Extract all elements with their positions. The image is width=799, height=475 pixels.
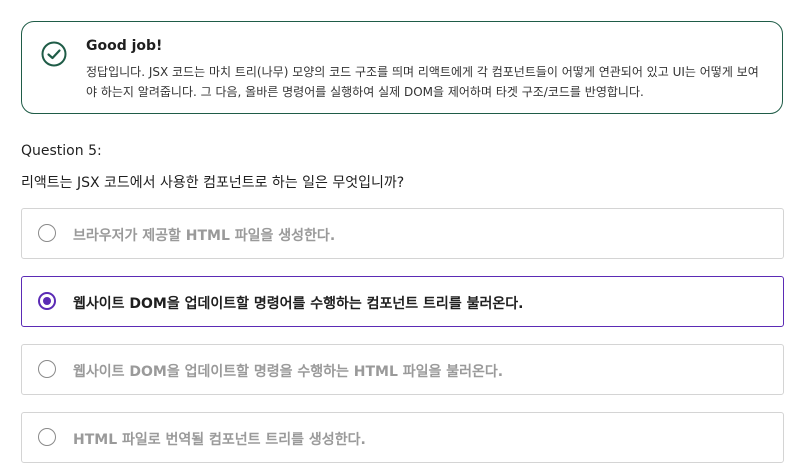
radio-button[interactable] [38,360,56,378]
question-number: Question 5: [21,143,102,159]
feedback-explanation: 정답입니다. JSX 코드는 마치 트리(나무) 모양의 코드 구조를 띄며 리… [86,65,759,99]
answer-option-4[interactable]: HTML 파일로 번역될 컴포넌트 트리를 생성한다. [21,412,784,463]
answer-option-2[interactable]: 웹사이트 DOM을 업데이트할 명령어를 수행하는 컴포넌트 트리를 불러온다. [21,276,784,327]
answer-option-3[interactable]: 웹사이트 DOM을 업데이트할 명령을 수행하는 HTML 파일을 불러온다. [21,344,784,395]
feedback-banner: Good job! 정답입니다. JSX 코드는 마치 트리(나무) 모양의 코… [21,21,783,114]
radio-button-selected[interactable] [38,292,56,310]
answer-option-label: 웹사이트 DOM을 업데이트할 명령어를 수행하는 컴포넌트 트리를 불러온다. [73,296,524,312]
question-text: 리액트는 JSX 코드에서 사용한 컴포넌트로 하는 일은 무엇입니까? [21,175,405,191]
check-circle-icon [41,41,67,67]
answer-option-label: 웹사이트 DOM을 업데이트할 명령을 수행하는 HTML 파일을 불러온다. [73,364,504,380]
answer-option-label: 브라우저가 제공할 HTML 파일을 생성한다. [73,228,336,244]
answer-option-1[interactable]: 브라우저가 제공할 HTML 파일을 생성한다. [21,208,784,259]
radio-button[interactable] [38,428,56,446]
radio-button[interactable] [38,224,56,242]
answer-option-label: HTML 파일로 번역될 컴포넌트 트리를 생성한다. [73,432,366,448]
feedback-title: Good job! [86,38,163,54]
